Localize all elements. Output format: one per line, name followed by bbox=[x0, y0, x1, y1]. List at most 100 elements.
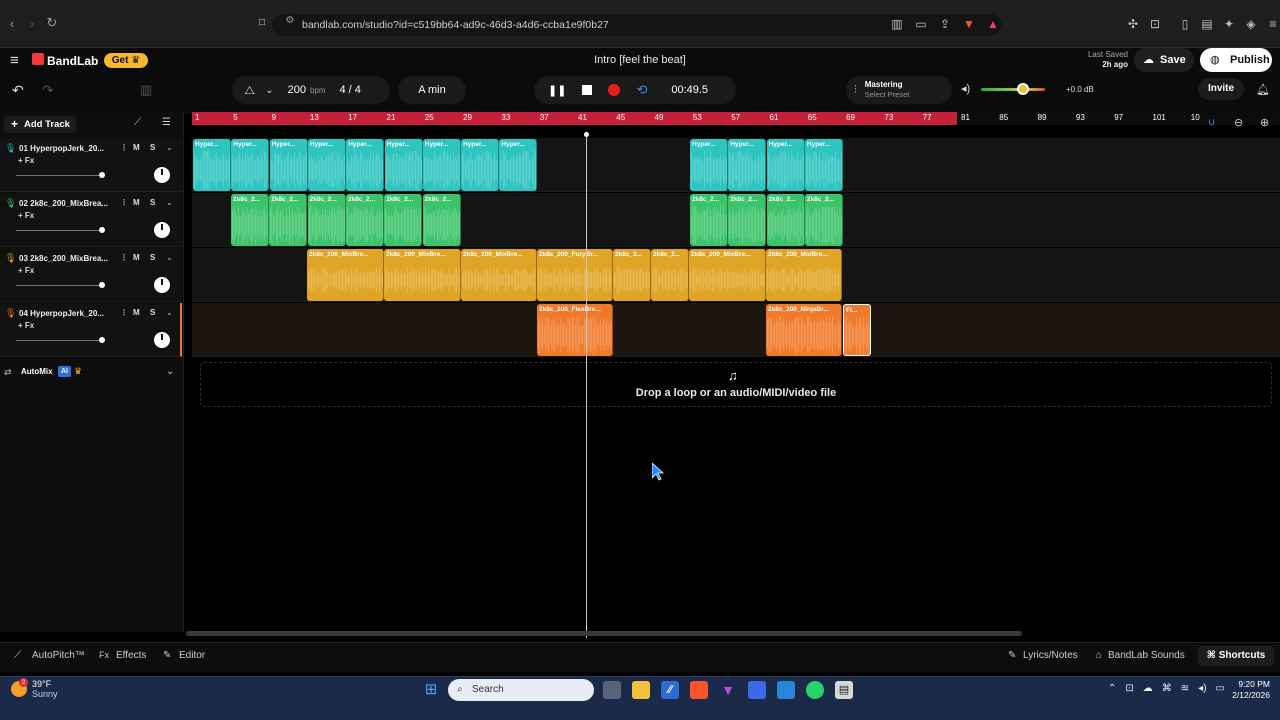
solo-button[interactable]: S bbox=[150, 143, 155, 152]
tray-app-icon[interactable]: ⊡ bbox=[1125, 683, 1133, 694]
publish-button[interactable]: ◍ Publish bbox=[1200, 48, 1272, 72]
weather-widget[interactable]: 39°F Sunny bbox=[32, 679, 58, 699]
mute-button[interactable]: M bbox=[133, 308, 140, 317]
solo-button[interactable]: S bbox=[150, 198, 155, 207]
vpn-app-icon[interactable]: ▼ bbox=[719, 681, 737, 699]
track-expand-icon[interactable]: ⌄ bbox=[166, 308, 173, 317]
track-header[interactable]: 🎙︎ 03 2k8c_200_MixBrea... + Fx ⋮ M S ⌄ bbox=[0, 248, 182, 302]
add-track-button[interactable]: + Add Track bbox=[4, 116, 76, 133]
redo-icon[interactable]: ↷ bbox=[42, 82, 54, 99]
audio-clip[interactable]: 2k8c_2... bbox=[269, 194, 308, 246]
audio-clip[interactable]: 2k8c_200_MixBre... bbox=[766, 249, 842, 301]
playhead[interactable] bbox=[586, 134, 587, 638]
track-expand-icon[interactable]: ⌄ bbox=[166, 198, 173, 207]
audio-clip[interactable]: Hyper... bbox=[231, 139, 270, 191]
audio-clip[interactable]: Hyper... bbox=[193, 139, 231, 191]
brave-icon[interactable] bbox=[690, 681, 708, 699]
zoom-out-icon[interactable]: ⊖ bbox=[1234, 116, 1243, 129]
time-signature[interactable]: 4 / 4 bbox=[340, 84, 361, 96]
get-membership-button[interactable]: Get ♛ bbox=[104, 53, 148, 68]
reader-icon[interactable]: ▥ bbox=[888, 15, 906, 33]
track-options-icon[interactable]: ⋮ bbox=[120, 198, 128, 207]
invite-button[interactable]: Invite bbox=[1198, 78, 1244, 100]
track-name[interactable]: 02 2k8c_200_MixBrea... bbox=[19, 199, 115, 208]
track-name[interactable]: 04 HyperpopJerk_20... bbox=[19, 309, 115, 318]
project-title[interactable]: Intro [feel the beat] bbox=[540, 54, 740, 66]
track-header[interactable]: 🎙︎ 02 2k8c_200_MixBrea... + Fx ⋮ M S ⌄ bbox=[0, 193, 182, 247]
audio-clip[interactable]: 2k8c_200_MixBre... bbox=[689, 249, 766, 301]
back-icon[interactable]: ‹ bbox=[2, 16, 22, 31]
site-settings-icon[interactable]: ⚙ bbox=[280, 15, 300, 26]
effects-button[interactable]: Effects bbox=[116, 650, 146, 661]
piano-icon[interactable]: ▥ bbox=[140, 82, 152, 98]
editor-button[interactable]: Editor bbox=[179, 650, 205, 661]
pan-knob[interactable] bbox=[154, 222, 170, 238]
terminal-icon[interactable]: ▤ bbox=[835, 681, 853, 699]
hamburger-menu-icon[interactable]: ≡ bbox=[10, 52, 19, 69]
audio-clip[interactable]: Hyper... bbox=[690, 139, 728, 191]
track-expand-icon[interactable]: ⌄ bbox=[166, 143, 173, 152]
solo-button[interactable]: S bbox=[150, 308, 155, 317]
audio-clip[interactable]: 2k8c_2... bbox=[651, 249, 689, 301]
audio-clip[interactable]: 2k8c_2... bbox=[804, 194, 843, 246]
audio-clip[interactable]: Hyper... bbox=[728, 139, 767, 191]
automix-expand-icon[interactable]: ⌄ bbox=[166, 366, 174, 377]
system-clock[interactable]: 9:20 PM 2/12/2026 bbox=[1224, 679, 1270, 701]
cast-icon[interactable]: ▭ bbox=[912, 15, 930, 33]
add-fx-button[interactable]: + Fx bbox=[18, 321, 34, 330]
track-name[interactable]: 01 HyperpopJerk_20... bbox=[19, 144, 115, 153]
tray-expand-icon[interactable]: ⌃ bbox=[1108, 683, 1116, 694]
onedrive-icon[interactable]: ☁ bbox=[1143, 683, 1153, 694]
loop-icon[interactable]: ⟲ bbox=[636, 82, 647, 98]
pan-knob[interactable] bbox=[154, 277, 170, 293]
sidebar-icon[interactable]: ▯ bbox=[1176, 15, 1194, 33]
volume-icon[interactable]: ◂) bbox=[961, 82, 970, 95]
zoom-in-icon[interactable]: ⊕ bbox=[1260, 116, 1269, 129]
autopitch-button[interactable]: AutoPitch™ bbox=[32, 650, 85, 661]
audio-clip[interactable]: 2k8c_2... bbox=[613, 249, 651, 301]
audio-clip[interactable]: Hyper... bbox=[766, 139, 805, 191]
volume-slider[interactable] bbox=[16, 230, 104, 231]
leo-icon[interactable]: ✦ bbox=[1220, 15, 1238, 33]
rewards-icon[interactable]: ▲ bbox=[984, 15, 1002, 33]
file-explorer-icon[interactable] bbox=[632, 681, 650, 699]
save-button[interactable]: ☁ Save bbox=[1134, 48, 1194, 72]
audio-clip[interactable]: Hyper... bbox=[461, 139, 500, 191]
volume-slider[interactable] bbox=[16, 285, 104, 286]
track-options-icon[interactable]: ⋮ bbox=[120, 253, 128, 262]
solo-button[interactable]: S bbox=[150, 253, 155, 262]
bluetooth-icon[interactable]: ⌘ bbox=[1162, 683, 1172, 694]
audio-clip[interactable]: Hyper... bbox=[269, 139, 308, 191]
shortcuts-button[interactable]: ⌘ Shortcuts bbox=[1198, 646, 1274, 666]
mastering-selector[interactable]: ⫶ Mastering Select Preset bbox=[846, 76, 952, 104]
track-settings-icon[interactable]: ☰ bbox=[162, 117, 171, 128]
audio-clip[interactable]: Fl... bbox=[843, 304, 871, 356]
audio-clip[interactable]: Hyper... bbox=[499, 139, 538, 191]
audio-clip[interactable]: 2k8c_200_MixBre... bbox=[307, 249, 384, 301]
volume-slider-knob[interactable] bbox=[99, 172, 105, 178]
master-volume-knob[interactable] bbox=[1017, 83, 1029, 95]
tempo-value[interactable]: 200 bbox=[288, 84, 306, 96]
track-lane-4[interactable] bbox=[192, 303, 1280, 357]
add-fx-button[interactable]: + Fx bbox=[18, 156, 34, 165]
track-name[interactable]: 03 2k8c_200_MixBrea... bbox=[19, 254, 115, 263]
bookmark-icon[interactable]: ⌑ bbox=[252, 15, 272, 31]
track-expand-icon[interactable]: ⌄ bbox=[166, 253, 173, 262]
menu-icon[interactable]: ≡ bbox=[1264, 15, 1280, 33]
visual-studio-icon[interactable]: ∕∕ bbox=[661, 681, 679, 699]
vpn-icon[interactable]: ◈ bbox=[1242, 15, 1260, 33]
stop-icon[interactable] bbox=[582, 85, 593, 95]
audio-clip[interactable]: 2k8c_2... bbox=[345, 194, 384, 246]
audio-clip[interactable]: 2k8c_2... bbox=[766, 194, 805, 246]
horizontal-scrollbar[interactable] bbox=[186, 631, 1022, 636]
add-fx-button[interactable]: + Fx bbox=[18, 266, 34, 275]
pause-icon[interactable]: ❚❚ bbox=[548, 84, 566, 97]
audio-clip[interactable]: 2k8c_2... bbox=[690, 194, 728, 246]
track-header[interactable]: 🎙︎ 04 HyperpopJerk_20... + Fx ⋮ M S ⌄ bbox=[0, 303, 182, 357]
metronome-icon[interactable]: ⧍ bbox=[244, 83, 255, 98]
audio-clip[interactable]: 2k8c_2... bbox=[384, 194, 423, 246]
mute-button[interactable]: M bbox=[133, 198, 140, 207]
audio-clip[interactable]: 2k8c_2... bbox=[231, 194, 269, 246]
lyrics-notes-button[interactable]: Lyrics/Notes bbox=[1023, 650, 1078, 661]
bandlab-sounds-button[interactable]: BandLab Sounds bbox=[1108, 650, 1185, 661]
